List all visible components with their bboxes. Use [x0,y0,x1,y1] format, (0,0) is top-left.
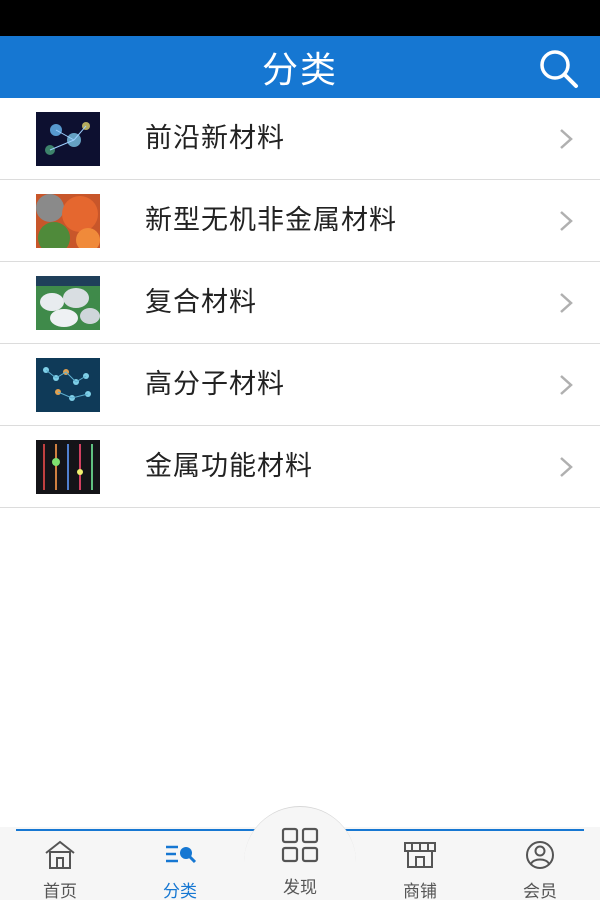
chevron-right-icon [558,373,574,397]
chevron-right-icon [558,291,574,315]
category-thumbnail [36,276,100,330]
category-label: 金属功能材料 [145,451,313,482]
user-icon [522,839,558,871]
category-item-advanced[interactable]: 前沿新材料 [0,98,600,180]
search-icon [540,50,578,88]
category-thumbnail [36,358,100,412]
nav-item-discover[interactable]: 发现 [244,806,356,900]
category-thumbnail [36,440,100,494]
search-button[interactable] [536,46,580,90]
category-label: 前沿新材料 [145,123,285,154]
category-item-metal[interactable]: 金属功能材料 [0,426,600,508]
chevron-right-icon [558,209,574,233]
category-list: 前沿新材料 新型无机非金属材料 复合材料 高分子材料 金属功能材料 [0,98,600,508]
category-thumbnail [36,194,100,248]
nav-item-home[interactable]: 首页 [0,833,120,900]
category-item-polymer[interactable]: 高分子材料 [0,344,600,426]
nav-label: 首页 [43,882,77,900]
nav-item-category[interactable]: 分类 [120,833,240,900]
category-thumbnail [36,112,100,166]
chevron-right-icon [558,455,574,479]
home-icon [42,839,78,871]
nav-label: 会员 [523,882,557,900]
category-item-composite[interactable]: 复合材料 [0,262,600,344]
nav-label: 分类 [163,882,197,900]
nav-item-member[interactable]: 会员 [480,833,600,900]
category-item-inorganic[interactable]: 新型无机非金属材料 [0,180,600,262]
page-title: 分类 [261,50,338,91]
status-bar [0,0,600,36]
nav-label: 发现 [283,878,317,898]
grid-icon [280,827,320,863]
header-bar: 分类 [0,36,600,98]
chevron-right-icon [558,127,574,151]
category-label: 复合材料 [145,287,257,318]
nav-item-store[interactable]: 商铺 [360,833,480,900]
category-label: 高分子材料 [145,369,285,400]
category-icon [162,839,198,871]
nav-label: 商铺 [403,882,437,900]
category-label: 新型无机非金属材料 [145,205,397,236]
store-icon [402,839,438,871]
